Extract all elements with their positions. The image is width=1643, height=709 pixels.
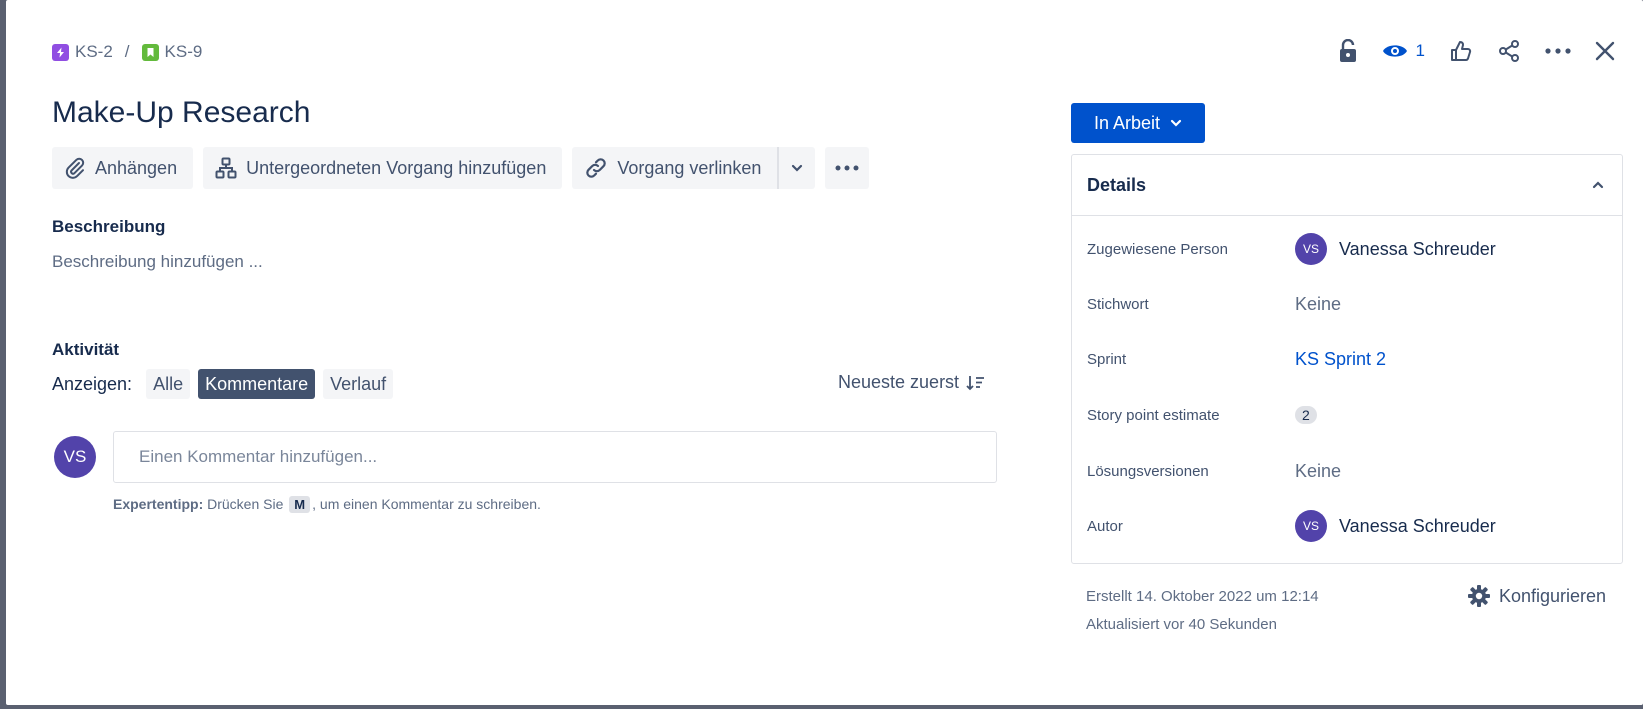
gear-icon <box>1468 585 1490 607</box>
status-label: In Arbeit <box>1093 112 1161 133</box>
chevron-down-icon <box>1170 119 1182 127</box>
share-icon[interactable] <box>1497 39 1521 63</box>
configure-button[interactable]: Konfigurieren <box>1467 584 1606 608</box>
paperclip-icon <box>65 157 85 179</box>
reporter-value[interactable]: VS Vanessa Schreuder <box>1295 510 1496 542</box>
details-panel: Details Zugewiesene Person VS Vanessa Sc… <box>1071 154 1623 564</box>
protip-key: M <box>289 496 311 513</box>
filter-comments[interactable]: Kommentare <box>198 369 316 399</box>
field-story-points: Story point estimate 2 <box>1087 397 1607 433</box>
protip-post: , um einen Kommentar zu schreiben. <box>312 496 541 512</box>
like-icon[interactable] <box>1449 39 1473 63</box>
configure-label: Konfigurieren <box>1499 585 1607 606</box>
add-child-button[interactable]: Untergeordneten Vorgang hinzufügen <box>203 147 563 189</box>
field-labels: Stichwort Keine <box>1087 286 1607 322</box>
details-title: Details <box>1087 174 1147 195</box>
assignee-name: Vanessa Schreuder <box>1339 238 1496 259</box>
avatar: VS <box>1295 510 1327 542</box>
field-assignee: Zugewiesene Person VS Vanessa Schreuder <box>1087 231 1607 267</box>
story-points-badge: 2 <box>1295 406 1317 424</box>
description-field[interactable]: Beschreibung hinzufügen ... <box>52 252 263 272</box>
fix-versions-value[interactable]: Keine <box>1295 461 1341 482</box>
watch-button[interactable]: 1 <box>1382 41 1425 61</box>
protip: Expertentipp: Drücken Sie M, um einen Ko… <box>113 496 541 513</box>
field-sprint: Sprint KS Sprint 2 <box>1087 341 1607 377</box>
close-icon[interactable] <box>1595 41 1615 61</box>
updated-timestamp: Aktualisiert vor 40 Sekunden <box>1086 616 1277 633</box>
story-points-value[interactable]: 2 <box>1295 406 1317 424</box>
eye-icon <box>1382 45 1407 57</box>
breadcrumb-separator: / <box>124 42 130 61</box>
status-button[interactable]: In Arbeit <box>1071 103 1205 143</box>
issue-modal: KS-2 / KS-9 1 Make-Up Research Anhängen … <box>6 0 1643 705</box>
story-icon <box>141 43 159 61</box>
sprint-label: Sprint <box>1087 350 1127 368</box>
description-heading: Beschreibung <box>52 217 166 236</box>
field-fix-versions: Lösungsversionen Keine <box>1087 453 1607 489</box>
details-header[interactable]: Details <box>1072 155 1622 216</box>
breadcrumb-parent-label: KS-2 <box>75 42 113 61</box>
sort-label: Neueste zuerst <box>838 372 960 392</box>
sprint-value[interactable]: KS Sprint 2 <box>1295 349 1386 370</box>
assignee-label: Zugewiesene Person <box>1087 240 1228 258</box>
chevron-down-icon <box>792 164 803 172</box>
story-points-label: Story point estimate <box>1087 406 1220 424</box>
protip-bold: Expertentipp: <box>113 496 204 512</box>
header-actions: 1 <box>1338 34 1615 68</box>
issue-toolbar: Anhängen Untergeordneten Vorgang hinzufü… <box>52 147 870 189</box>
lock-icon[interactable] <box>1338 39 1358 63</box>
sort-button[interactable]: Neueste zuerst <box>838 372 985 393</box>
watch-count: 1 <box>1415 41 1425 60</box>
avatar: VS <box>1295 233 1327 265</box>
chevron-up-icon <box>1592 181 1604 189</box>
avatar: VS <box>54 436 96 478</box>
filter-history[interactable]: Verlauf <box>323 369 394 399</box>
link-icon <box>586 158 607 178</box>
attach-label: Anhängen <box>95 157 178 178</box>
labels-label: Stichwort <box>1087 295 1149 313</box>
filter-all[interactable]: Alle <box>146 369 191 399</box>
fix-versions-label: Lösungsversionen <box>1087 462 1209 480</box>
reporter-name: Vanessa Schreuder <box>1339 515 1496 536</box>
show-label: Anzeigen: <box>52 373 133 394</box>
breadcrumb-current-label: KS-9 <box>164 42 203 61</box>
labels-value[interactable]: Keine <box>1295 294 1341 315</box>
field-reporter: Autor VS Vanessa Schreuder <box>1087 508 1607 544</box>
epic-icon <box>52 43 69 61</box>
created-timestamp: Erstellt 14. Oktober 2022 um 12:14 <box>1086 588 1319 605</box>
link-issue-group: Vorgang verlinken <box>572 147 816 189</box>
activity-heading: Aktivität <box>52 340 120 359</box>
reporter-label: Autor <box>1087 517 1123 535</box>
more-icon[interactable] <box>1545 48 1571 54</box>
breadcrumb-parent[interactable]: KS-2 <box>52 42 113 62</box>
activity-filters: Anzeigen: Alle Kommentare Verlauf <box>52 368 394 400</box>
link-issue-dropdown[interactable] <box>777 147 816 189</box>
protip-pre: Drücken Sie <box>207 496 284 512</box>
more-icon <box>835 165 859 171</box>
toolbar-more-button[interactable] <box>825 147 870 189</box>
breadcrumb: KS-2 / KS-9 <box>52 40 202 64</box>
comment-input[interactable] <box>113 431 997 483</box>
breadcrumb-current[interactable]: KS-9 <box>141 42 203 62</box>
add-child-label: Untergeordneten Vorgang hinzufügen <box>246 157 547 178</box>
attach-button[interactable]: Anhängen <box>52 147 194 189</box>
sort-icon <box>966 375 985 390</box>
assignee-value[interactable]: VS Vanessa Schreuder <box>1295 233 1496 265</box>
link-issue-button[interactable]: Vorgang verlinken <box>572 147 778 189</box>
link-issue-label: Vorgang verlinken <box>617 157 762 178</box>
issue-title[interactable]: Make-Up Research <box>52 96 310 130</box>
hierarchy-icon <box>215 157 237 179</box>
